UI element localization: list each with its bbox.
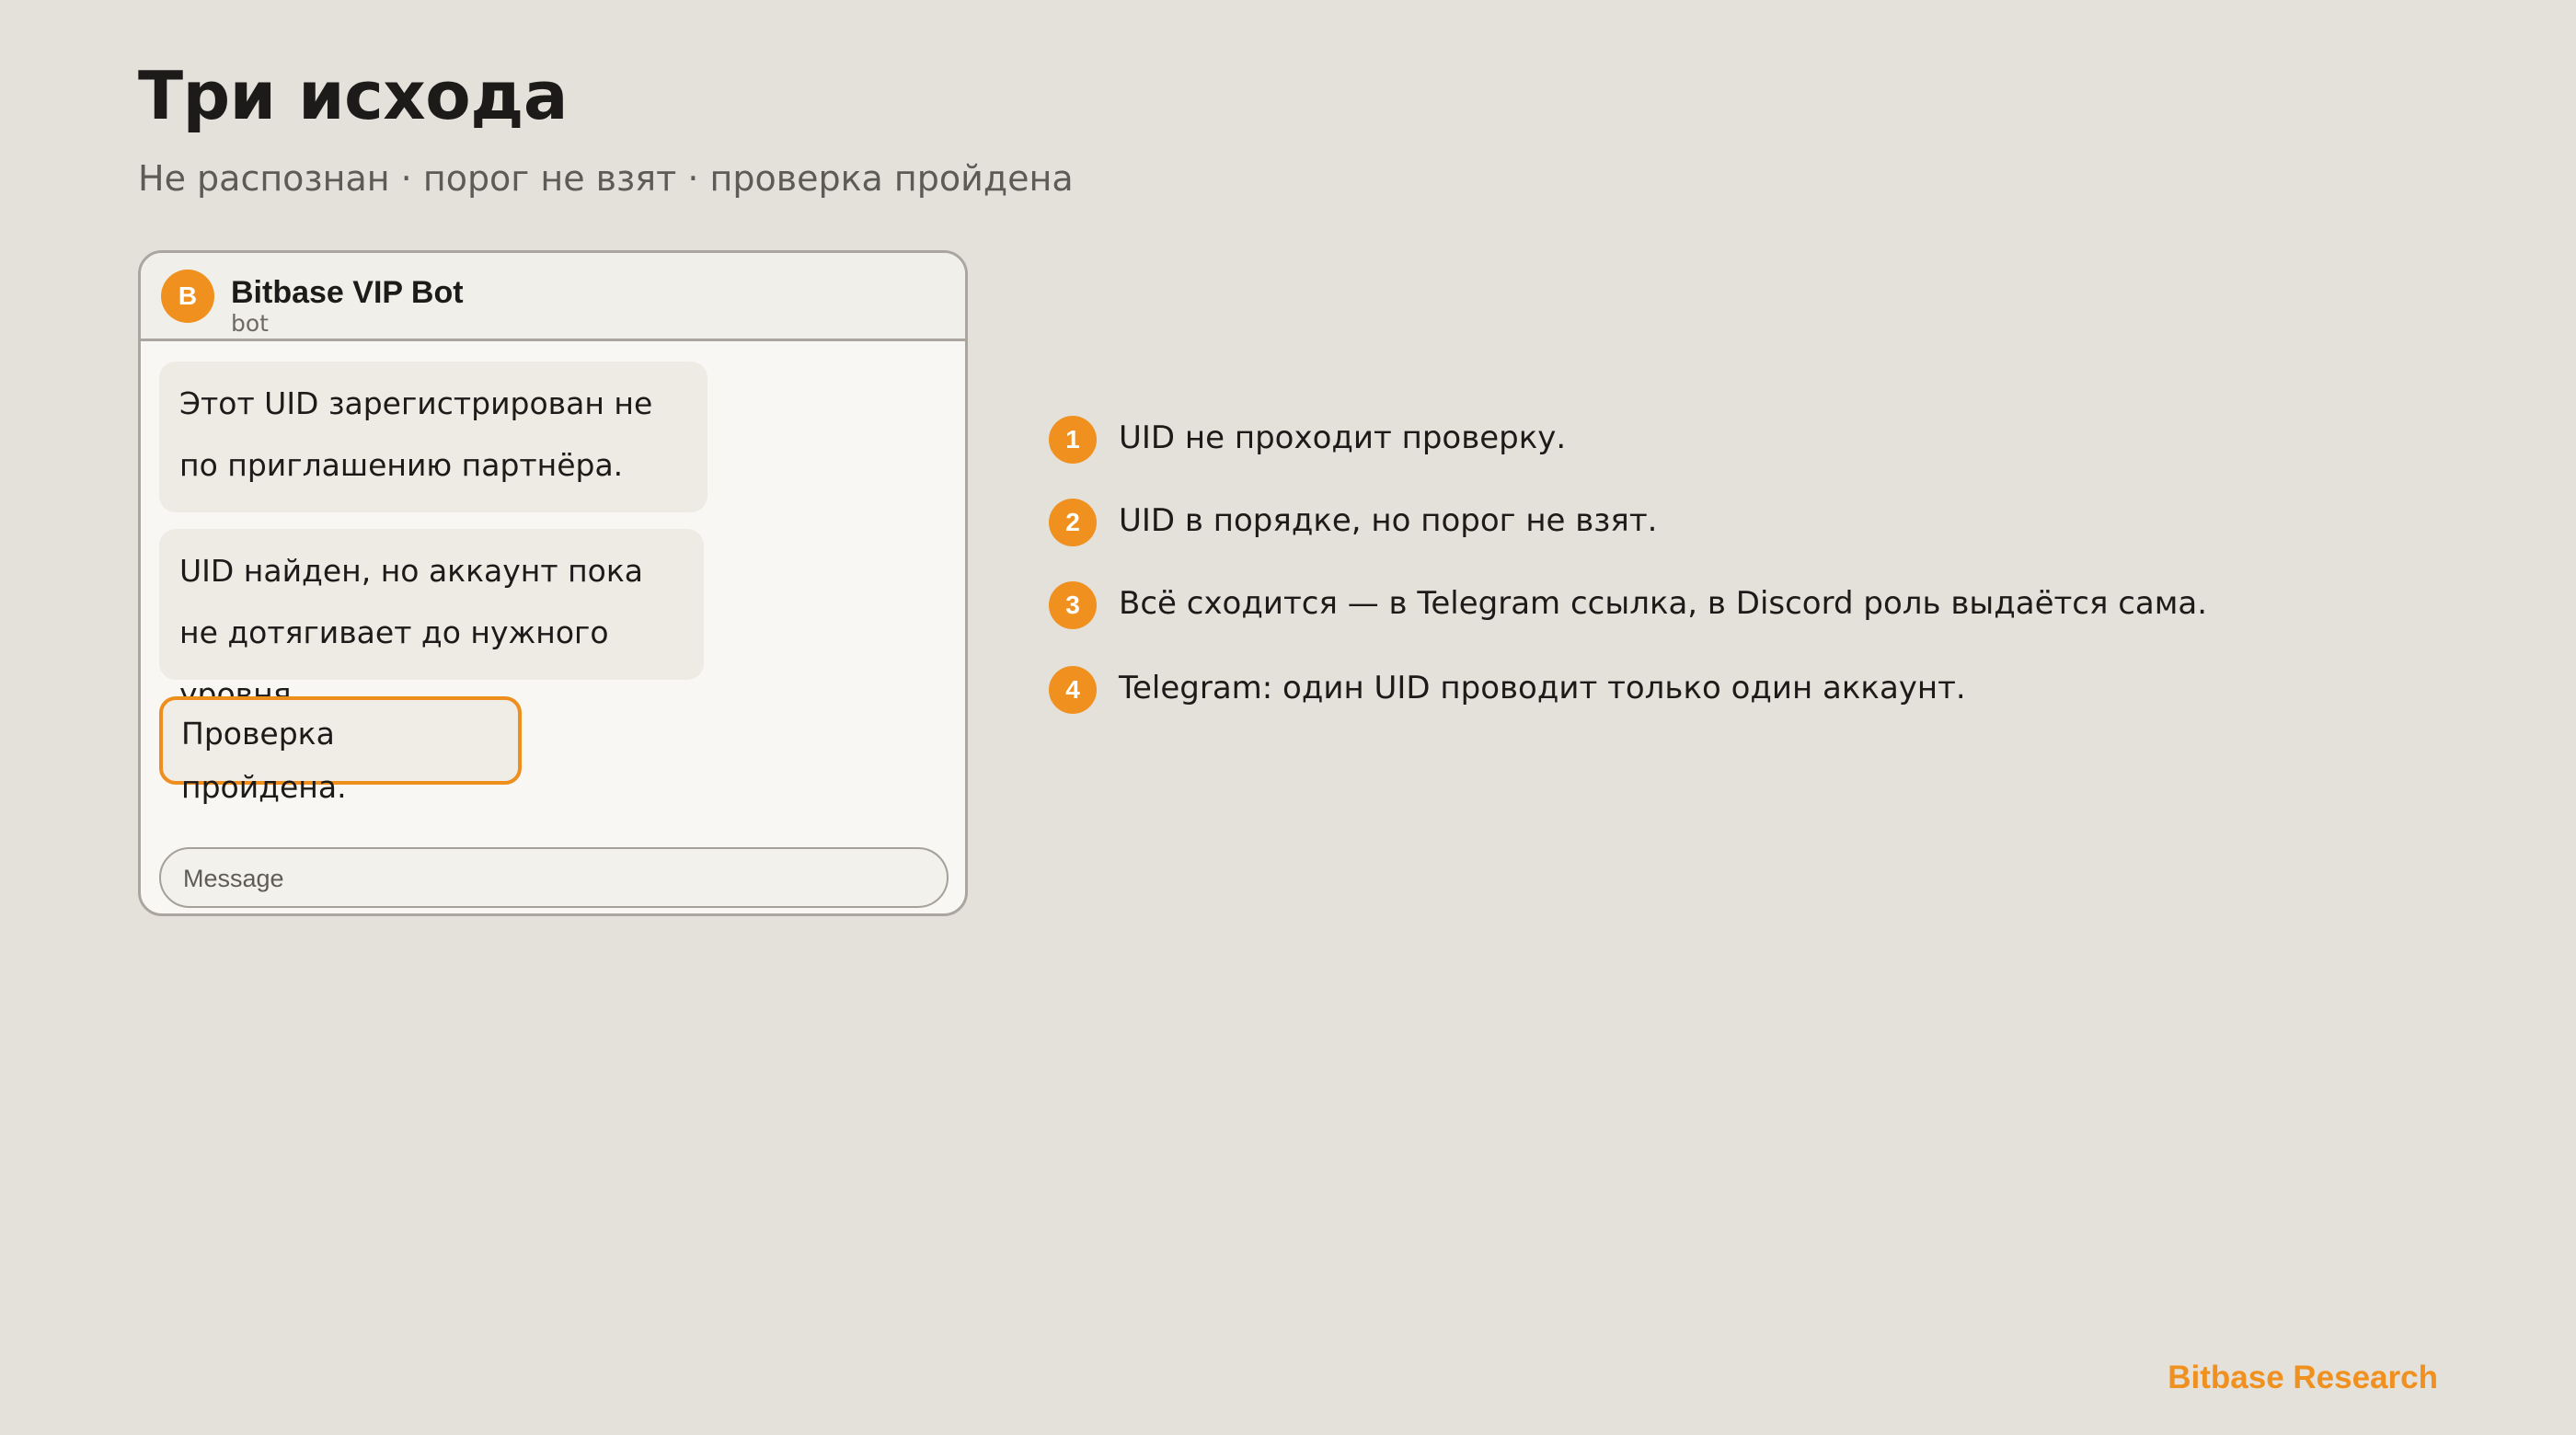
slide: Три исхода Не распознан · порог не взят … [0,0,2576,1435]
message-input-placeholder: Message [183,865,284,892]
message-bubble[interactable]: UID найден, но аккаунт пока не дотягивае… [159,529,704,712]
outcome-text: UID в порядке, но порог не взят. [1119,502,1658,539]
outcome-text: UID не проходит проверку. [1119,419,1567,456]
message-bubble-highlighted[interactable]: Проверка пройдена. [159,696,522,805]
page-subtitle: Не распознан · порог не взят · проверка … [138,158,1074,199]
page-title: Три исхода [138,57,568,134]
outcome-number-badge: 1 [1049,416,1097,464]
chat-window: B Bitbase VIP Bot bot Этот UID зарегистр… [138,250,968,916]
message-bubble[interactable]: Этот UID зарегистрирован не по приглашен… [159,362,707,512]
bot-name[interactable]: Bitbase VIP Bot [231,275,464,311]
bot-avatar[interactable]: B [161,270,214,323]
outcome-text: Всё сходится — в Telegram ссылка, в Disc… [1119,585,2208,622]
brand-logo-text: Bitbase Research [2168,1360,2438,1395]
chat-header: B Bitbase VIP Bot bot [141,253,965,341]
outcome-text: Telegram: один UID проводит только один … [1119,670,1966,706]
outcome-number-badge: 3 [1049,581,1097,629]
bot-status: bot [231,310,269,337]
message-input[interactable]: Message [159,847,949,908]
outcome-number-badge: 2 [1049,499,1097,546]
outcome-number-badge: 4 [1049,666,1097,714]
